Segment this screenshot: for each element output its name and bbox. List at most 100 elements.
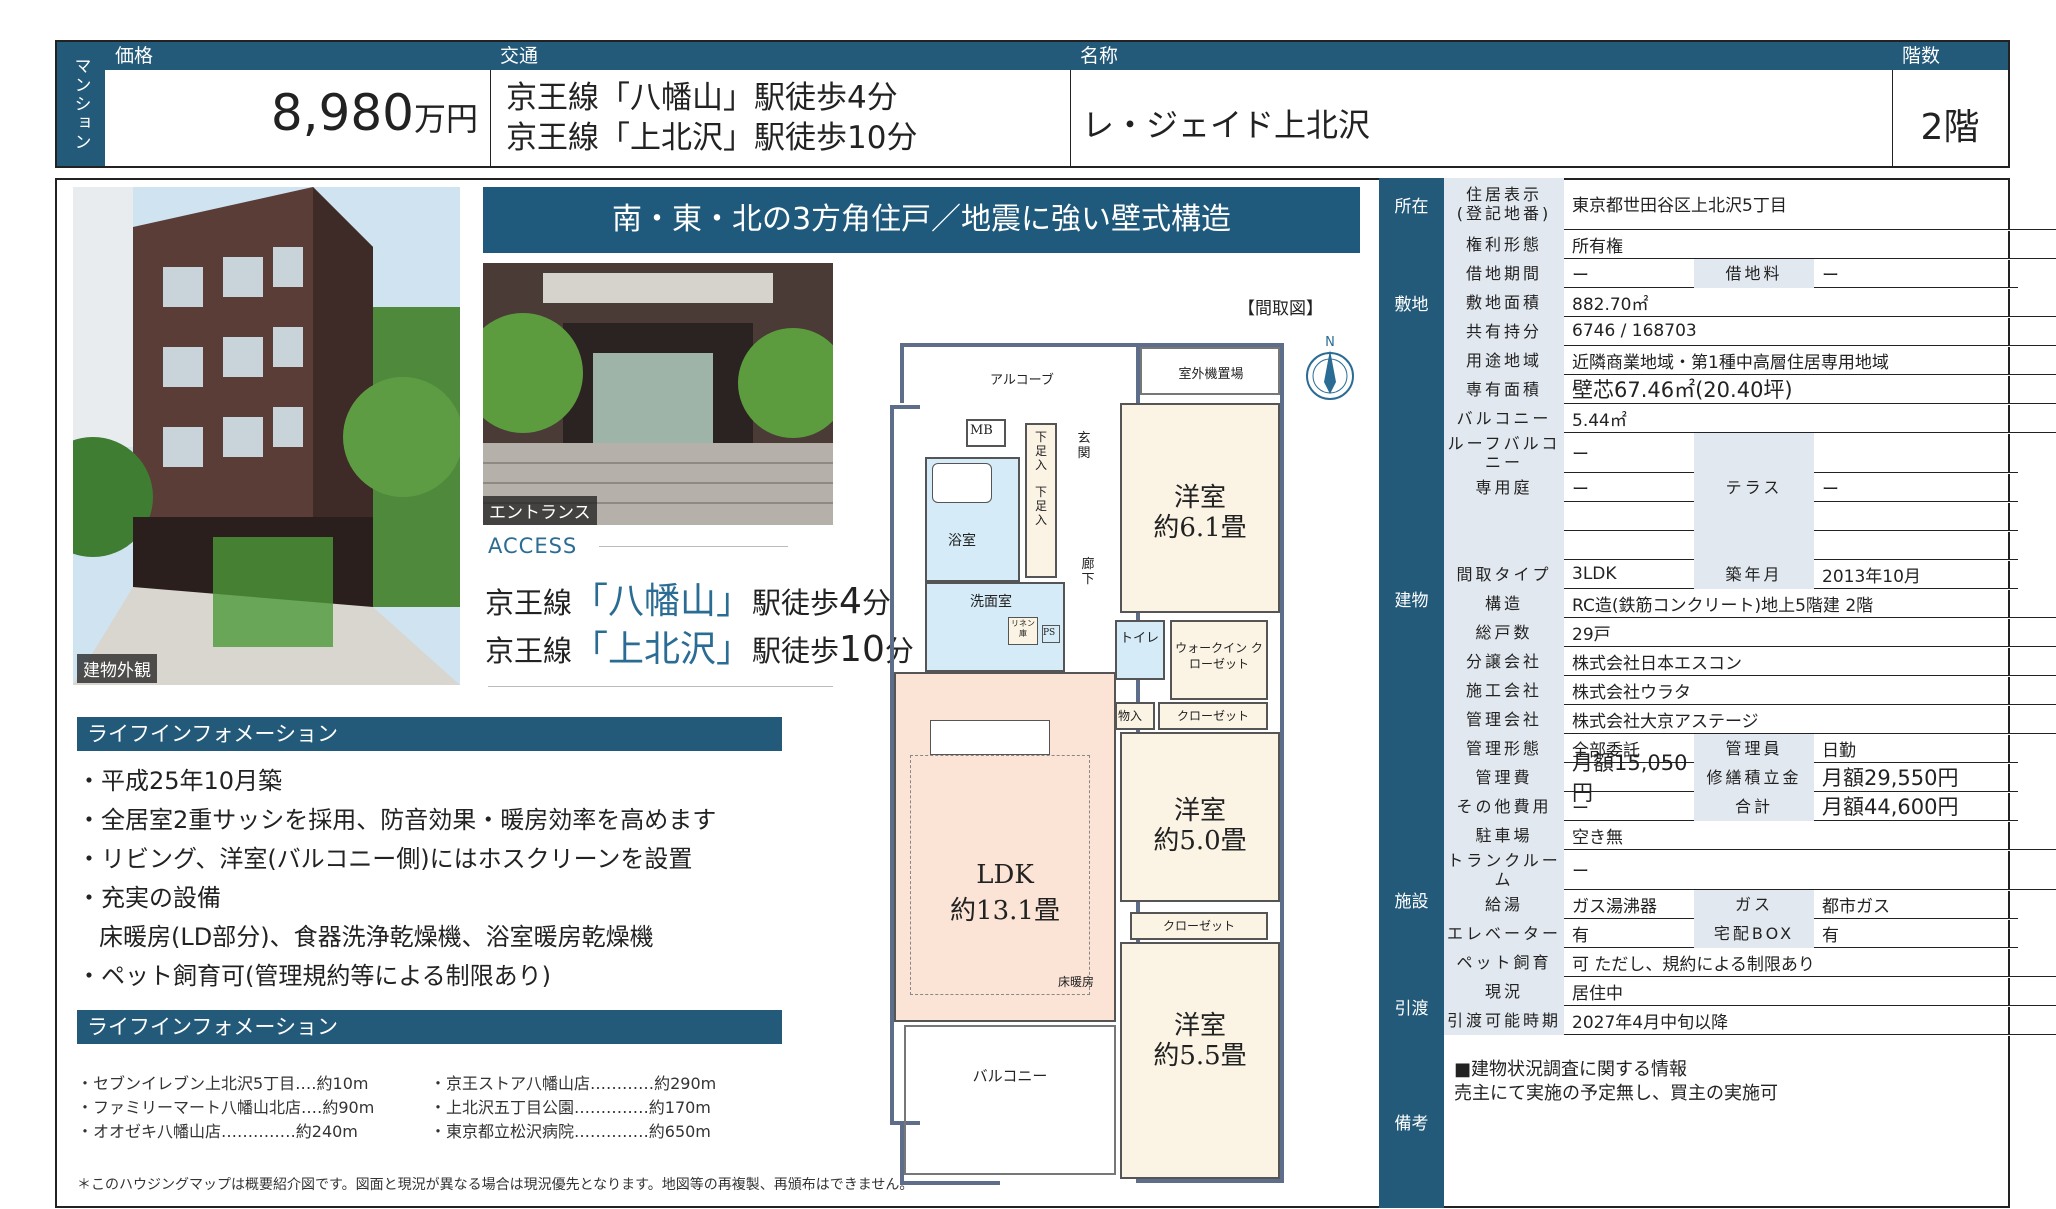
fp-mb: MB [970,423,993,438]
access-block: ACCESS [488,534,888,558]
spec-value: ー [1564,433,1702,473]
access-line-1: 京王線「八幡山」駅徒歩4分 [506,80,898,116]
spec-row: ルーフバルコニーー [1444,433,2018,474]
fp-alcove: アルコーブ [990,373,1054,388]
fp-bath: 浴室 [948,533,976,549]
fp-shoes-2: 下足入 [1034,485,1047,527]
nearby-item: ・東京都立松沢病院‥‥‥‥‥‥‥約650m [430,1122,711,1141]
exterior-caption: 建物外観 [77,654,157,683]
property-name: レ・ジェイド上北沢 [1082,106,1371,144]
floor-value: 2階 [1920,107,1980,148]
spec-table: 住居表示 (登記地番) 東京都世田谷区上北沢5丁目 権利形態 所有権 借地期間ー借地料ー… [1379,178,2056,1209]
access-a-minutes: 4 [839,581,862,622]
spec-value [1814,502,2018,531]
spec-row: 現況 居住中 [1444,977,2056,1007]
floorplan-title: 【間取図】 [1238,299,1323,319]
spec-row: 総戸数 29戸 [1444,618,2056,648]
life-item: ・平成25年10月築 [77,767,283,795]
spec-category: 建物 [1379,375,1444,822]
fp-outdoor-unit: 室外機置場 [1178,367,1244,382]
north-compass-icon: N [1302,332,1358,406]
spec-row: 専用庭ーテラスー [1444,473,2018,503]
access-lines: 京王線「八幡山」駅徒歩4分 京王線「上北沢」駅徒歩10分 [506,78,917,158]
spec-row: トランクルームー [1444,850,2056,891]
access-a-suffix: 駅徒歩 [752,586,840,620]
spec-value: 日勤 [1814,734,2018,763]
fp-storage: 物入 [1118,709,1143,723]
spec-key: 借地料 [1694,259,1814,288]
life-item: ・充実の設備 [77,884,221,912]
remarks-line: ■建物状況調査に関する情報 [1454,1059,1688,1080]
spec-row: 分譲会社 株式会社日本エスコン [1444,647,2056,677]
spec-key: ルーフバルコニー [1444,433,1564,473]
spec-value: 東京都世田谷区上北沢5丁目 [1564,178,2056,230]
spec-value: 882.70㎡ [1564,288,2056,317]
spec-row: 専有面積 壁芯67.46㎡(20.40坪) [1444,375,2056,405]
spec-value: 株式会社ウラタ [1564,676,2056,705]
fp-ps: PS [1043,628,1056,638]
spec-key: 引渡可能時期 [1444,1006,1564,1035]
fp-room3-size: 約5.5畳 [1153,1041,1247,1071]
spec-key: 共有持分 [1444,317,1564,346]
spec-key: ペット飼育 [1444,948,1564,977]
fp-closet-2: クローゼット [1162,919,1235,933]
spec-key: 管理員 [1694,734,1814,763]
spec-value: 都市ガス [1814,890,2018,919]
spec-value: 月額44,600円 [1814,792,2018,821]
spec-key: 管理会社 [1444,705,1564,734]
access-a-station: 「八幡山」 [572,581,753,622]
spec-row: 間取タイプ 3LDK 築年月 2013年10月 [1444,560,2018,590]
remarks-line: 売主にて実施の予定無し、買主の実施可 [1454,1083,1778,1104]
spec-value: 株式会社日本エスコン [1564,647,2056,676]
spec-value: 2013年10月 [1814,560,2018,589]
nearby-item: ・上北沢五丁目公園‥‥‥‥‥‥‥約170m [430,1098,711,1117]
spec-value: ー [1564,850,2056,890]
fp-room2-size: 約5.0畳 [1153,826,1247,856]
spec-key [1444,531,1564,560]
spec-value: 株式会社大京アステージ [1564,705,2056,734]
fp-linen: リネン庫 [1011,619,1035,638]
access-b-minutes: 10 [839,629,885,670]
spec-value: ー [1814,473,2018,502]
access-b-suffix: 駅徒歩 [752,634,840,668]
spec-row: 駐車場 空き無 [1444,821,2056,851]
spec-key: 専有面積 [1444,375,1564,404]
life-item: ・ペット飼育可(管理規約等による制限あり) [77,962,552,990]
spec-row: ペット飼育可 ただし、規約による制限あり [1444,948,2056,978]
header-bar: マンション 価格 8,980万円 交通 京王線「八幡山」駅徒歩4分 京王線「上北… [55,40,2010,168]
nearby-list-left: ・セブンイレブン上北沢5丁目‥‥約10m ・ファミリーマート八幡山北店‥‥約90… [77,1072,374,1144]
spec-row: 管理費 月額15,050円 修繕積立金 月額29,550円 [1444,751,2018,805]
spec-value: ー [1564,259,1702,288]
spec-key: 宅配BOX [1694,919,1814,948]
spec-row [1444,502,2018,532]
category-label: マンション [70,56,91,152]
nearby-item: ・ファミリーマート八幡山北店‥‥約90m [77,1098,375,1117]
access-line-a: 京王線「八幡山」駅徒歩4分 [485,572,891,624]
spec-value: ー [1814,259,2018,288]
spec-key: 給湯 [1444,890,1564,919]
spec-value: 6746 / 168703 [1564,317,2056,346]
footnote: ＊このハウジングマップは概要紹介図です。図面と現況が異なる場合は現況優先となりま… [77,1177,914,1193]
fp-closet-1: クローゼット [1176,709,1249,723]
spec-key: 総戸数 [1444,618,1564,647]
life-item: ・リビング、洋室(バルコニー側)にはホスクリーンを設置 [77,845,693,873]
spec-row: 構造 RC造(鉄筋コンクリート)地上5階建 2階 [1444,589,2056,619]
spec-key: 間取タイプ [1444,560,1564,589]
spec-value: 月額29,550円 [1814,763,2018,792]
spec-row: 借地期間ー借地料ー [1444,259,2018,289]
price-label: 価格 [105,42,490,70]
spec-value: 月額15,050円 [1564,751,1702,805]
entrance-caption: エントランス [483,496,597,525]
life-item: ・全居室2重サッシを採用、防音効果・暖房効率を高めます [77,806,717,834]
price-value-group: 8,980万円 [271,84,478,142]
life-info-heading-1: ライフインフォメーション [77,717,782,751]
life-info-heading-2: ライフインフォメーション [77,1010,782,1044]
spec-key: テラス [1694,473,1814,502]
fp-balcony: バルコニー [972,1067,1048,1085]
spec-value [1564,502,1702,531]
price-cell: 価格 8,980万円 [105,42,491,166]
name-cell: 名称 レ・ジェイド上北沢 [1070,42,1893,166]
spec-row: 用途地域 近隣商業地域・第1種中高層住居専用地域 [1444,346,2056,376]
spec-key [1694,433,1814,473]
spec-value: 近隣商業地域・第1種中高層住居専用地域 [1564,346,2056,375]
